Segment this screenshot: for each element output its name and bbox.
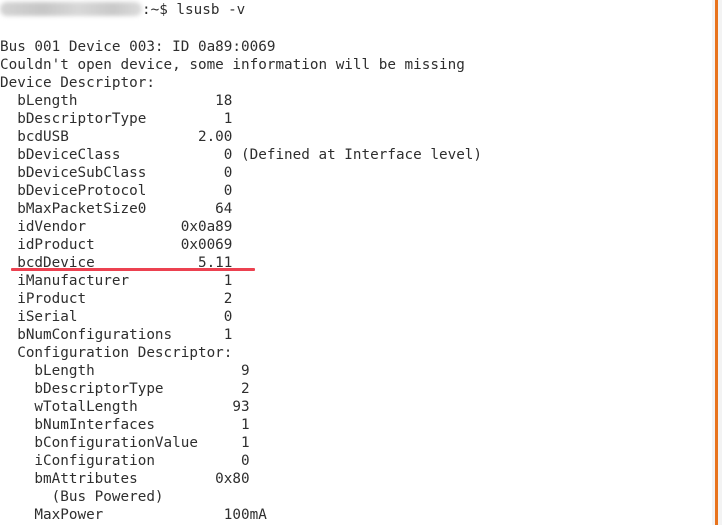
prompt-command: :~$ lsusb -v	[142, 2, 246, 18]
output-line-device-descriptor: Device Descriptor:	[0, 75, 155, 91]
output-line-bus-powered: (Bus Powered)	[0, 489, 164, 505]
output-line-config-blength: bLength 9	[0, 363, 250, 379]
output-line-bdeviceprotocol: bDeviceProtocol 0	[0, 183, 233, 199]
shell-prompt-line: :~$ lsusb -v	[0, 1, 245, 19]
output-line-bcdusb: bcdUSB 2.00	[0, 129, 233, 145]
output-line-idvendor: idVendor 0x0a89	[0, 219, 233, 235]
output-line-bdevicesubclass: bDeviceSubClass 0	[0, 165, 233, 181]
output-line-bus: Bus 001 Device 003: ID 0a89:0069	[0, 39, 276, 55]
output-line-warning: Couldn't open device, some information w…	[0, 57, 465, 73]
terminal-output[interactable]: :~$ lsusb -v Bus 001 Device 003: ID 0a89…	[0, 0, 712, 525]
output-line-bdeviceclass: bDeviceClass 0 (Defined at Interface lev…	[0, 147, 483, 163]
scrollbar-thumb[interactable]	[715, 0, 718, 525]
redacted-username	[0, 2, 142, 16]
scrollbar[interactable]	[712, 0, 722, 525]
output-line-imanufacturer: iManufacturer 1	[0, 273, 233, 289]
highlight-underline	[11, 268, 255, 271]
output-line-idproduct: idProduct 0x0069	[0, 237, 233, 253]
output-line-bconfigurationvalue: bConfigurationValue 1	[0, 435, 250, 451]
output-line-bmattributes: bmAttributes 0x80	[0, 471, 250, 487]
output-line-blength: bLength 18	[0, 93, 233, 109]
output-line-configuration-descriptor: Configuration Descriptor:	[0, 345, 233, 361]
output-line-wtotallength: wTotalLength 93	[0, 399, 250, 415]
output-line-iconfiguration: iConfiguration 0	[0, 453, 250, 469]
output-line-iserial: iSerial 0	[0, 309, 233, 325]
output-line-bdescriptortype: bDescriptorType 1	[0, 111, 233, 127]
output-line-maxpower: MaxPower 100mA	[0, 507, 267, 523]
output-line-bnuminterfaces: bNumInterfaces 1	[0, 417, 250, 433]
output-line-iproduct: iProduct 2	[0, 291, 233, 307]
output-line-config-bdescriptortype: bDescriptorType 2	[0, 381, 250, 397]
output-line-bnumconfigurations: bNumConfigurations 1	[0, 327, 233, 343]
output-line-bmaxpacketsize0: bMaxPacketSize0 64	[0, 201, 233, 217]
